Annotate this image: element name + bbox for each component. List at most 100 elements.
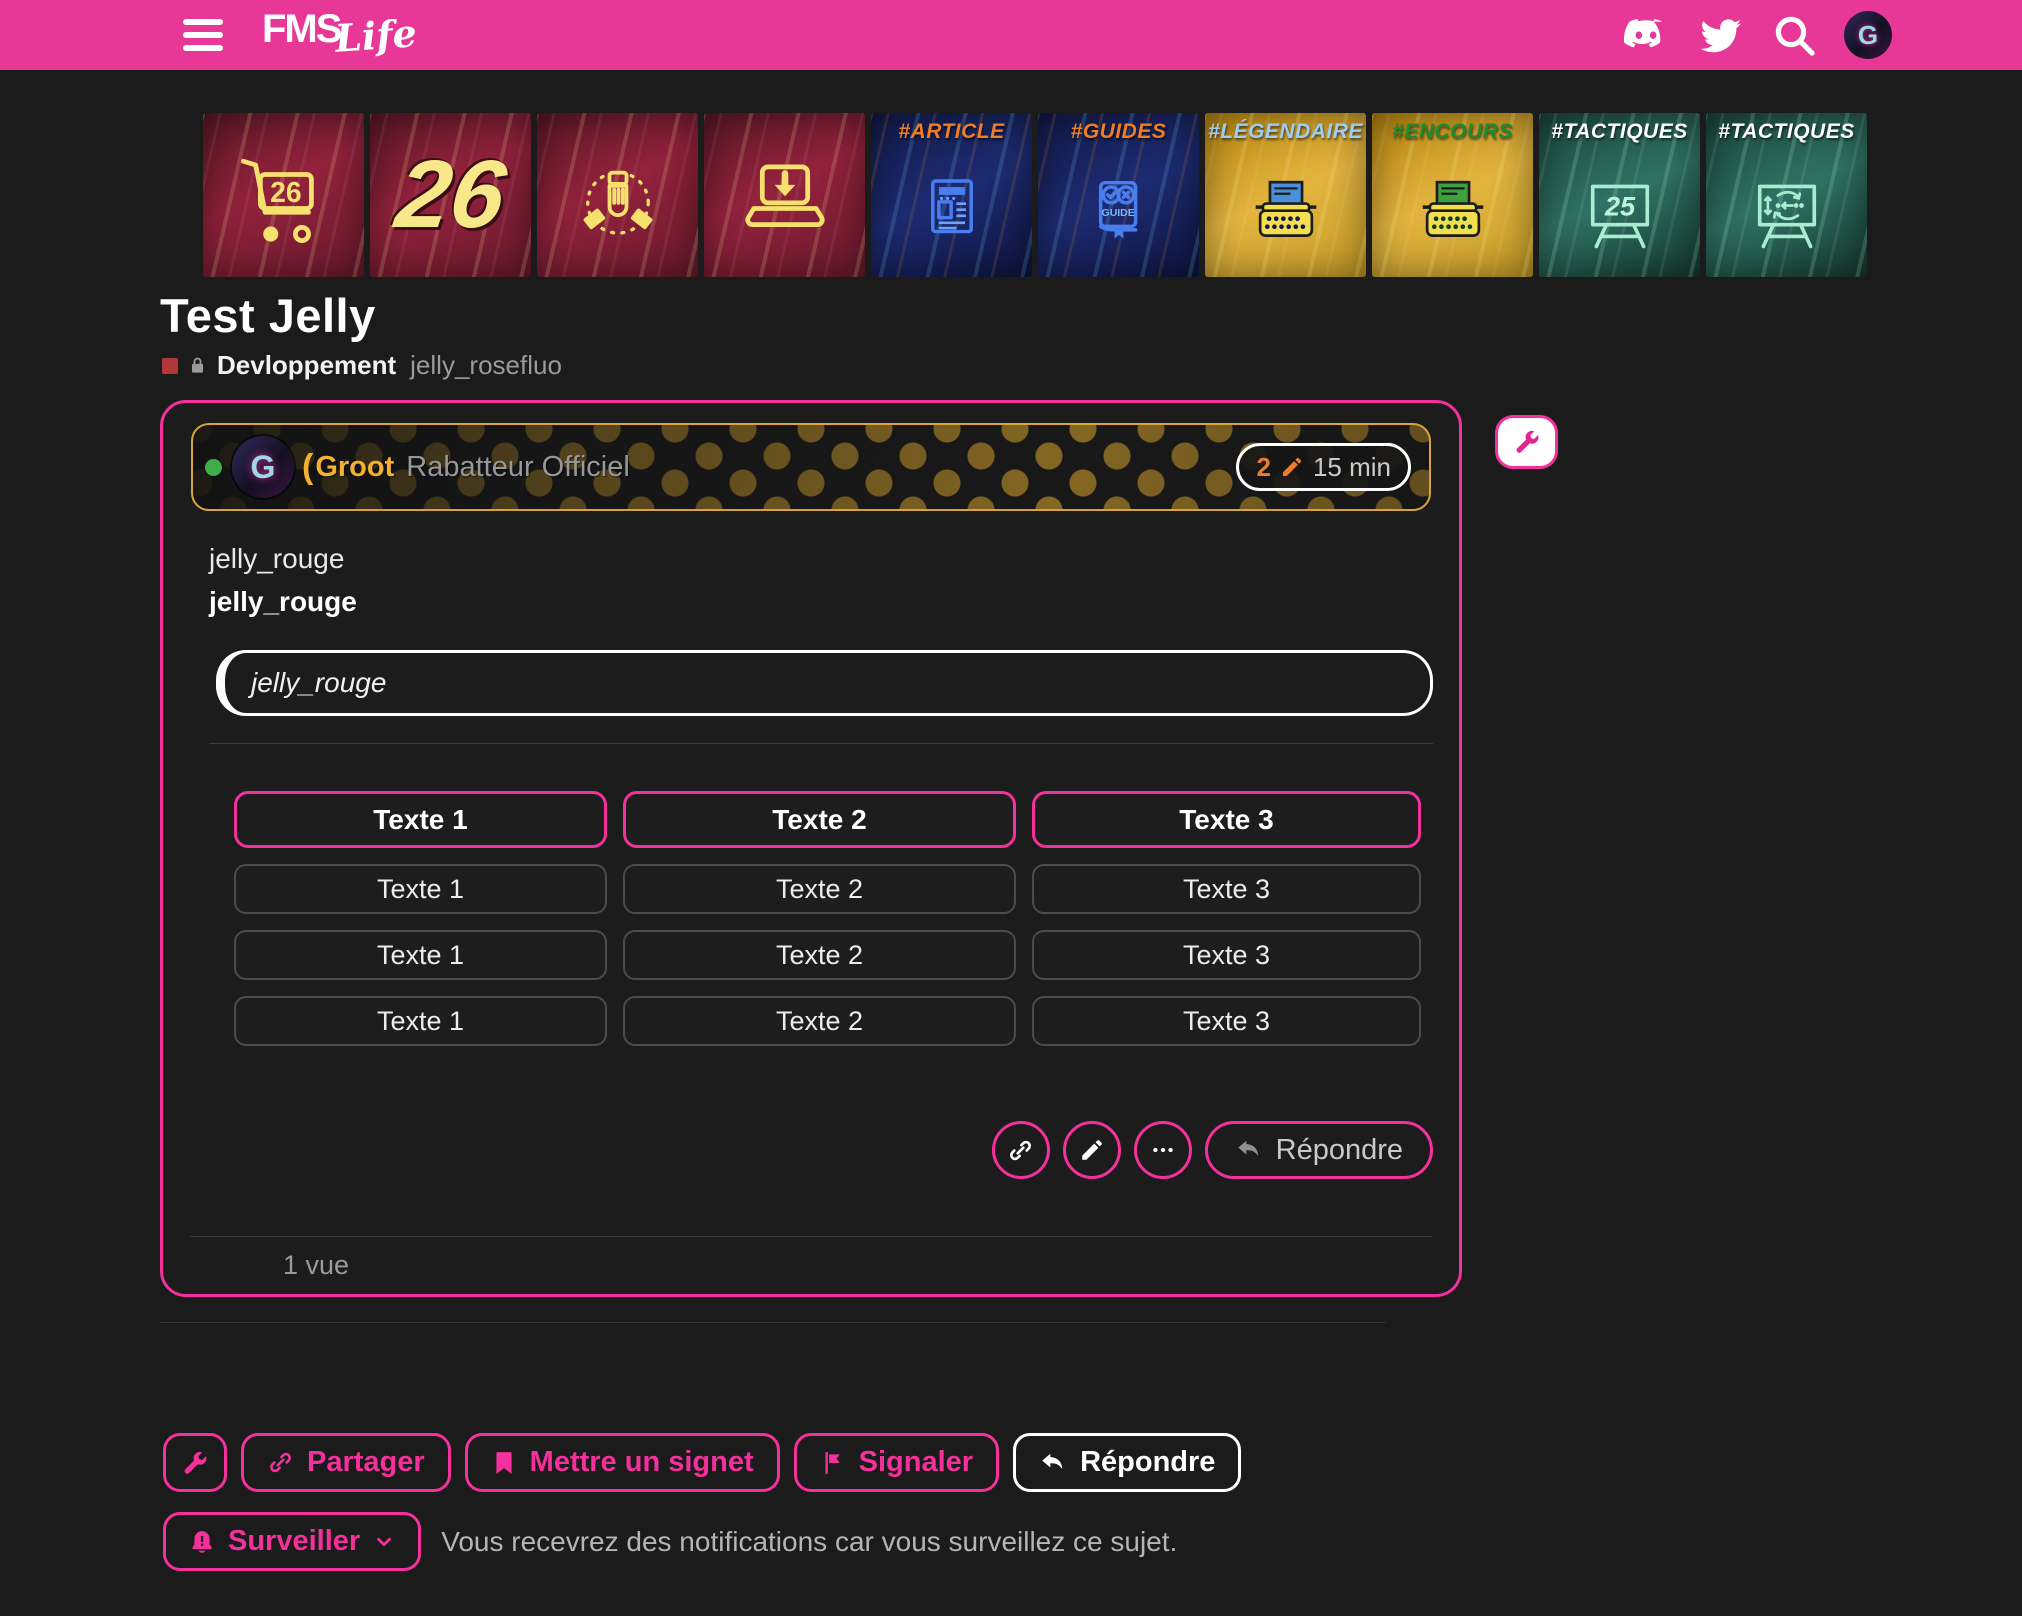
table-cell: Texte 2 [623,930,1016,980]
header-icons: G [1620,0,1892,70]
banner-legendaire-label: #LÉGENDAIRE [1205,120,1366,144]
hamburger-menu-icon[interactable] [183,19,223,51]
post-text-line-bold: jelly_rouge [209,586,1433,618]
topic-admin-wrench-button[interactable] [1495,415,1558,469]
tactiques-number: 25 [1603,191,1635,222]
reply-topic-button[interactable]: Répondre [1013,1433,1241,1492]
top-navigation-bar: FMS Life G [0,0,2022,70]
post-timestamp: 15 min [1313,452,1391,483]
cart-number: 26 [270,177,302,209]
post-content-divider [209,743,1433,744]
chevron-down-icon [373,1531,395,1553]
banner-legendaire[interactable]: #LÉGENDAIRE [1205,113,1366,277]
table-header-cell: Texte 3 [1032,791,1421,848]
views-count: 1 vue [283,1250,349,1281]
badge-banner-row: 26 26 [203,113,1867,277]
topic-title: Test Jelly [160,288,376,343]
reply-arrow-icon [1235,1136,1263,1164]
banner-encours[interactable]: #ENCOURS [1372,113,1533,277]
search-icon[interactable] [1770,11,1818,59]
quote-text: jelly_rouge [251,667,386,699]
banner-guides-label: #GUIDES [1038,120,1199,144]
forum-page: FMS Life G 26 [0,0,2022,1616]
views-divider [190,1236,1432,1237]
watch-dropdown-button[interactable]: Surveiller [163,1512,421,1571]
pencil-icon [1079,1137,1105,1163]
edit-count: 2 [1256,452,1270,483]
table-cell: Texte 1 [234,930,607,980]
share-topic-button[interactable]: Partager [241,1433,451,1492]
author-username[interactable]: Groot [315,451,394,484]
post-text-line: jelly_rouge [209,543,1433,575]
post-author-banner: G ( Groot Rabatteur Officiel 2 15 min [191,423,1431,511]
topic-meta: Devloppement jelly_rosefluo [162,350,562,381]
watch-label: Surveiller [228,1525,360,1558]
footer-admin-wrench-button[interactable] [163,1433,227,1492]
author-name-row: ( Groot Rabatteur Officiel [302,448,630,487]
banner-26[interactable]: 26 [370,113,531,277]
post-card: G ( Groot Rabatteur Officiel 2 15 min je… [160,400,1462,1297]
bookmark-label: Mettre un signet [530,1446,754,1479]
reply-arrow-icon [1039,1449,1067,1477]
logo-fms-text: FMS [262,7,340,52]
topic-footer-buttons: Partager Mettre un signet Signaler Répon… [163,1433,1241,1492]
post-reply-label: Répondre [1276,1134,1403,1167]
share-label: Partager [307,1446,425,1479]
bookmark-button[interactable]: Mettre un signet [465,1433,780,1492]
table-cell: Texte 3 [1032,996,1421,1046]
reply-topic-label: Répondre [1080,1446,1215,1479]
banner-laptop-download[interactable] [704,113,865,277]
post-author-avatar[interactable]: G [232,436,294,498]
bookmark-icon [491,1450,517,1476]
link-icon [1007,1137,1034,1164]
pencil-icon [1280,455,1304,479]
online-status-dot [205,459,222,476]
banner-article[interactable]: #ARTICLE [871,113,1032,277]
edit-history-pill[interactable]: 2 15 min [1236,443,1411,491]
table-cell: Texte 3 [1032,930,1421,980]
post-body: jelly_rouge jelly_rouge jelly_rouge Text… [209,543,1433,1046]
edit-post-button[interactable] [1063,1121,1121,1179]
post-quote-block: jelly_rouge [216,650,1433,716]
banner-26-number: 26 [389,140,511,250]
author-flair: ( [302,448,313,487]
category-name[interactable]: Devloppement [217,350,396,381]
banner-guides[interactable]: #GUIDES GUIDE [1038,113,1199,277]
table-cell: Texte 3 [1032,864,1421,914]
table-header-cell: Texte 2 [623,791,1016,848]
flag-icon [820,1450,846,1476]
wrench-icon [1513,428,1541,456]
banner-article-label: #ARTICLE [871,120,1032,144]
topic-bottom-divider [160,1322,1386,1323]
lock-icon [188,356,207,375]
ellipsis-icon [1150,1137,1176,1163]
topic-tag[interactable]: jelly_rosefluo [410,350,562,381]
banner-tactiques[interactable]: #TACTIQUES [1706,113,1867,277]
table-cell: Texte 1 [234,996,607,1046]
wrench-icon [181,1449,209,1477]
flag-label: Signaler [859,1446,973,1479]
site-logo[interactable]: FMS Life [262,7,417,58]
banner-encours-label: #ENCOURS [1372,120,1533,144]
category-color-square [162,358,178,374]
post-table: Texte 1 Texte 2 Texte 3 Texte 1 Texte 2 … [234,791,1433,1046]
author-user-title: Rabatteur Officiel [406,451,630,484]
more-actions-button[interactable] [1134,1121,1192,1179]
table-cell: Texte 1 [234,864,607,914]
table-header-cell: Texte 1 [234,791,607,848]
watch-notice-text: Vous recevrez des notifications car vous… [441,1526,1177,1558]
bell-exclamation-icon [189,1529,215,1555]
user-avatar[interactable]: G [1844,11,1892,59]
flag-button[interactable]: Signaler [794,1433,999,1492]
guide-inner-text: GUIDE [1101,208,1134,219]
share-link-button[interactable] [992,1121,1050,1179]
banner-hands-together[interactable] [537,113,698,277]
banner-tactiques25-label: #TACTIQUES [1539,120,1700,144]
discord-icon[interactable] [1620,9,1672,61]
post-reply-button[interactable]: Répondre [1205,1121,1433,1179]
banner-tactiques-label: #TACTIQUES [1706,120,1867,144]
post-action-buttons: Répondre [992,1121,1433,1179]
banner-cart-26[interactable]: 26 [203,113,364,277]
twitter-icon[interactable] [1698,12,1744,58]
banner-tactiques-25[interactable]: #TACTIQUES 25 [1539,113,1700,277]
